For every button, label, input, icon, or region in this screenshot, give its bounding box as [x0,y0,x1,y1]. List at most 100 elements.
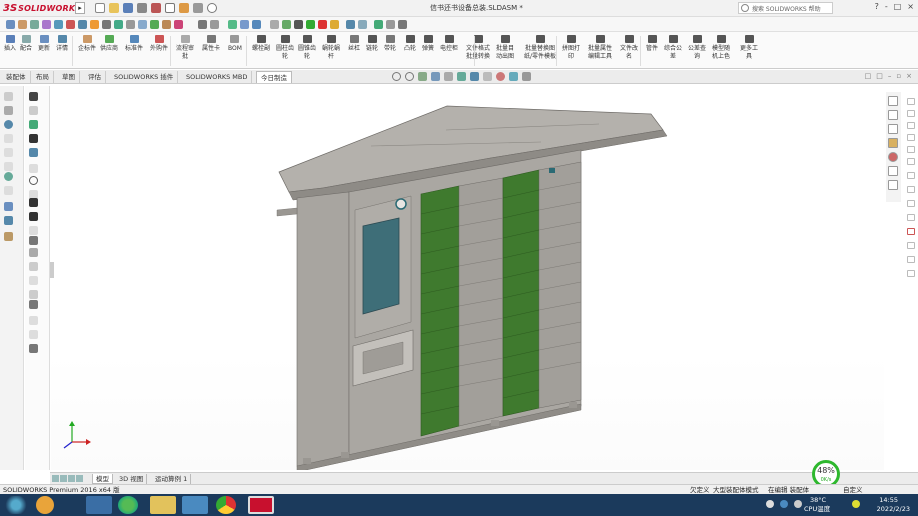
tool-icon[interactable] [4,134,13,143]
tab-scroll-arrows[interactable] [52,475,83,482]
sketch-tool-icon[interactable] [4,92,13,101]
display-style-icon[interactable] [470,72,479,81]
grid-icon[interactable] [29,344,38,353]
clock-time[interactable]: 14:55 [879,496,898,504]
section-view-icon[interactable] [431,72,440,81]
toolbar-icon[interactable] [252,20,261,29]
help-tray-icon[interactable] [780,500,788,508]
ribbon-button[interactable]: 凸轮 [404,35,416,53]
toolbar-icon[interactable] [78,20,87,29]
toolbar-icon[interactable] [228,20,237,29]
tool-icon[interactable] [4,148,13,157]
file-properties-icon[interactable] [193,3,203,13]
ribbon-button[interactable]: 更多工具 [740,35,758,61]
feature-tool-icon[interactable] [4,106,13,115]
tool-icon[interactable] [29,316,38,325]
ribbon-button[interactable]: 配合 [20,35,32,53]
last-arrow-icon[interactable] [76,475,83,482]
toolbar-icon[interactable] [126,20,135,29]
ribbon-button[interactable]: 模型随 机上色 [712,35,730,61]
hide-show-icon[interactable] [483,72,492,81]
apply-scene-icon[interactable] [509,72,518,81]
browser-app-icon[interactable] [118,496,138,514]
ribbon-button[interactable]: 文件格式 批量转换 [466,35,490,61]
ribbon-button[interactable]: 标准件 [125,35,143,53]
menu-expand-arrow[interactable]: ▸ [75,2,85,14]
toolbar-icon[interactable] [330,20,339,29]
ribbon-button[interactable]: 属性卡 [202,35,220,53]
note-icon[interactable] [29,106,38,115]
zoom-area-icon[interactable] [405,72,414,81]
display-icon[interactable] [4,172,13,181]
appearances-icon[interactable] [888,152,898,162]
ribbon-button[interactable]: 丝杠 [348,35,360,53]
ribbon-button[interactable]: 螺栓副 [252,35,270,53]
ribbon-button[interactable]: 拼图打印 [562,35,580,61]
doc-tile-icon[interactable]: □ [876,72,883,80]
command-tab[interactable]: 今日制造 [256,71,292,83]
gutter-icon[interactable] [907,122,915,129]
file-explorer-app-icon[interactable] [150,496,176,514]
gutter-icon[interactable] [907,146,915,153]
toolbar-icon[interactable] [150,20,159,29]
ribbon-button[interactable]: 链轮 [366,35,378,53]
chrome-app-icon[interactable] [216,496,236,514]
graphics-area[interactable] [51,86,884,470]
weather-tray-icon[interactable] [852,500,860,508]
tray-icon[interactable] [794,500,802,508]
toolbar-icon[interactable] [198,20,207,29]
view-tool-icon[interactable] [4,120,13,129]
toolbar-icon[interactable] [270,20,279,29]
tool-icon[interactable] [29,212,38,221]
edit-appearance-icon[interactable] [496,72,505,81]
ribbon-button[interactable]: 供应商 [100,35,118,53]
assembly-model[interactable] [51,86,884,470]
toolbar-icon[interactable] [18,20,27,29]
doc-restore-icon[interactable]: □ [865,72,872,80]
ribbon-button[interactable]: 插入 [4,35,16,53]
tab-3d-view[interactable]: 3D 视图 [116,474,148,484]
toolbar-icon[interactable] [66,20,75,29]
gutter-icon[interactable] [907,214,915,221]
toolbar-icon[interactable] [358,20,367,29]
ribbon-button[interactable]: 圆锥齿轮 [298,35,316,61]
doc-maximize-icon[interactable]: ▫ [896,72,901,80]
command-tab[interactable]: 评估 [84,71,106,83]
tray-icon[interactable] [766,500,774,508]
toolbar-icon[interactable] [6,20,15,29]
ribbon-button[interactable]: 流程审批 [176,35,194,61]
first-arrow-icon[interactable] [52,475,59,482]
gutter-icon[interactable] [907,158,915,165]
gutter-icon[interactable] [907,200,915,207]
text-icon[interactable] [29,148,38,157]
ribbon-button[interactable]: 详情 [56,35,68,53]
search-icon[interactable] [29,176,38,185]
ribbon-button[interactable]: 公差查询 [688,35,706,61]
toolbar-icon[interactable] [398,20,407,29]
tool-icon[interactable] [29,262,38,271]
next-arrow-icon[interactable] [68,475,75,482]
clock-date[interactable]: 2022/2/23 [877,505,910,513]
help-button[interactable]: ? [875,2,879,11]
view-orientation-icon[interactable] [457,72,466,81]
command-tab[interactable]: SOLIDWORKS MBD [182,71,253,83]
help-search-input[interactable]: 搜索 SOLIDWORKS 帮助 [738,2,833,14]
photos-app-icon[interactable] [182,496,208,514]
ribbon-button[interactable]: 更新 [38,35,50,53]
tool-icon[interactable] [29,226,38,235]
balloon-icon[interactable] [29,120,38,129]
file-explorer-icon[interactable] [888,138,898,148]
smart-dimension-icon[interactable] [29,92,38,101]
select-icon[interactable] [165,3,175,13]
close-button[interactable]: × [907,2,914,11]
ribbon-button[interactable]: 蜗轮蜗杆 [322,35,340,61]
panel-collapse-handle[interactable] [50,262,54,278]
doc-minimize-icon[interactable]: – [888,72,892,80]
command-tab[interactable]: 装配体 [2,71,31,83]
save-icon[interactable] [123,3,133,13]
tool-icon[interactable] [29,276,38,285]
tool-icon[interactable] [29,290,38,299]
toolbar-icon[interactable] [90,20,99,29]
toolbar-icon[interactable] [240,20,249,29]
toolbar-icon[interactable] [162,20,171,29]
